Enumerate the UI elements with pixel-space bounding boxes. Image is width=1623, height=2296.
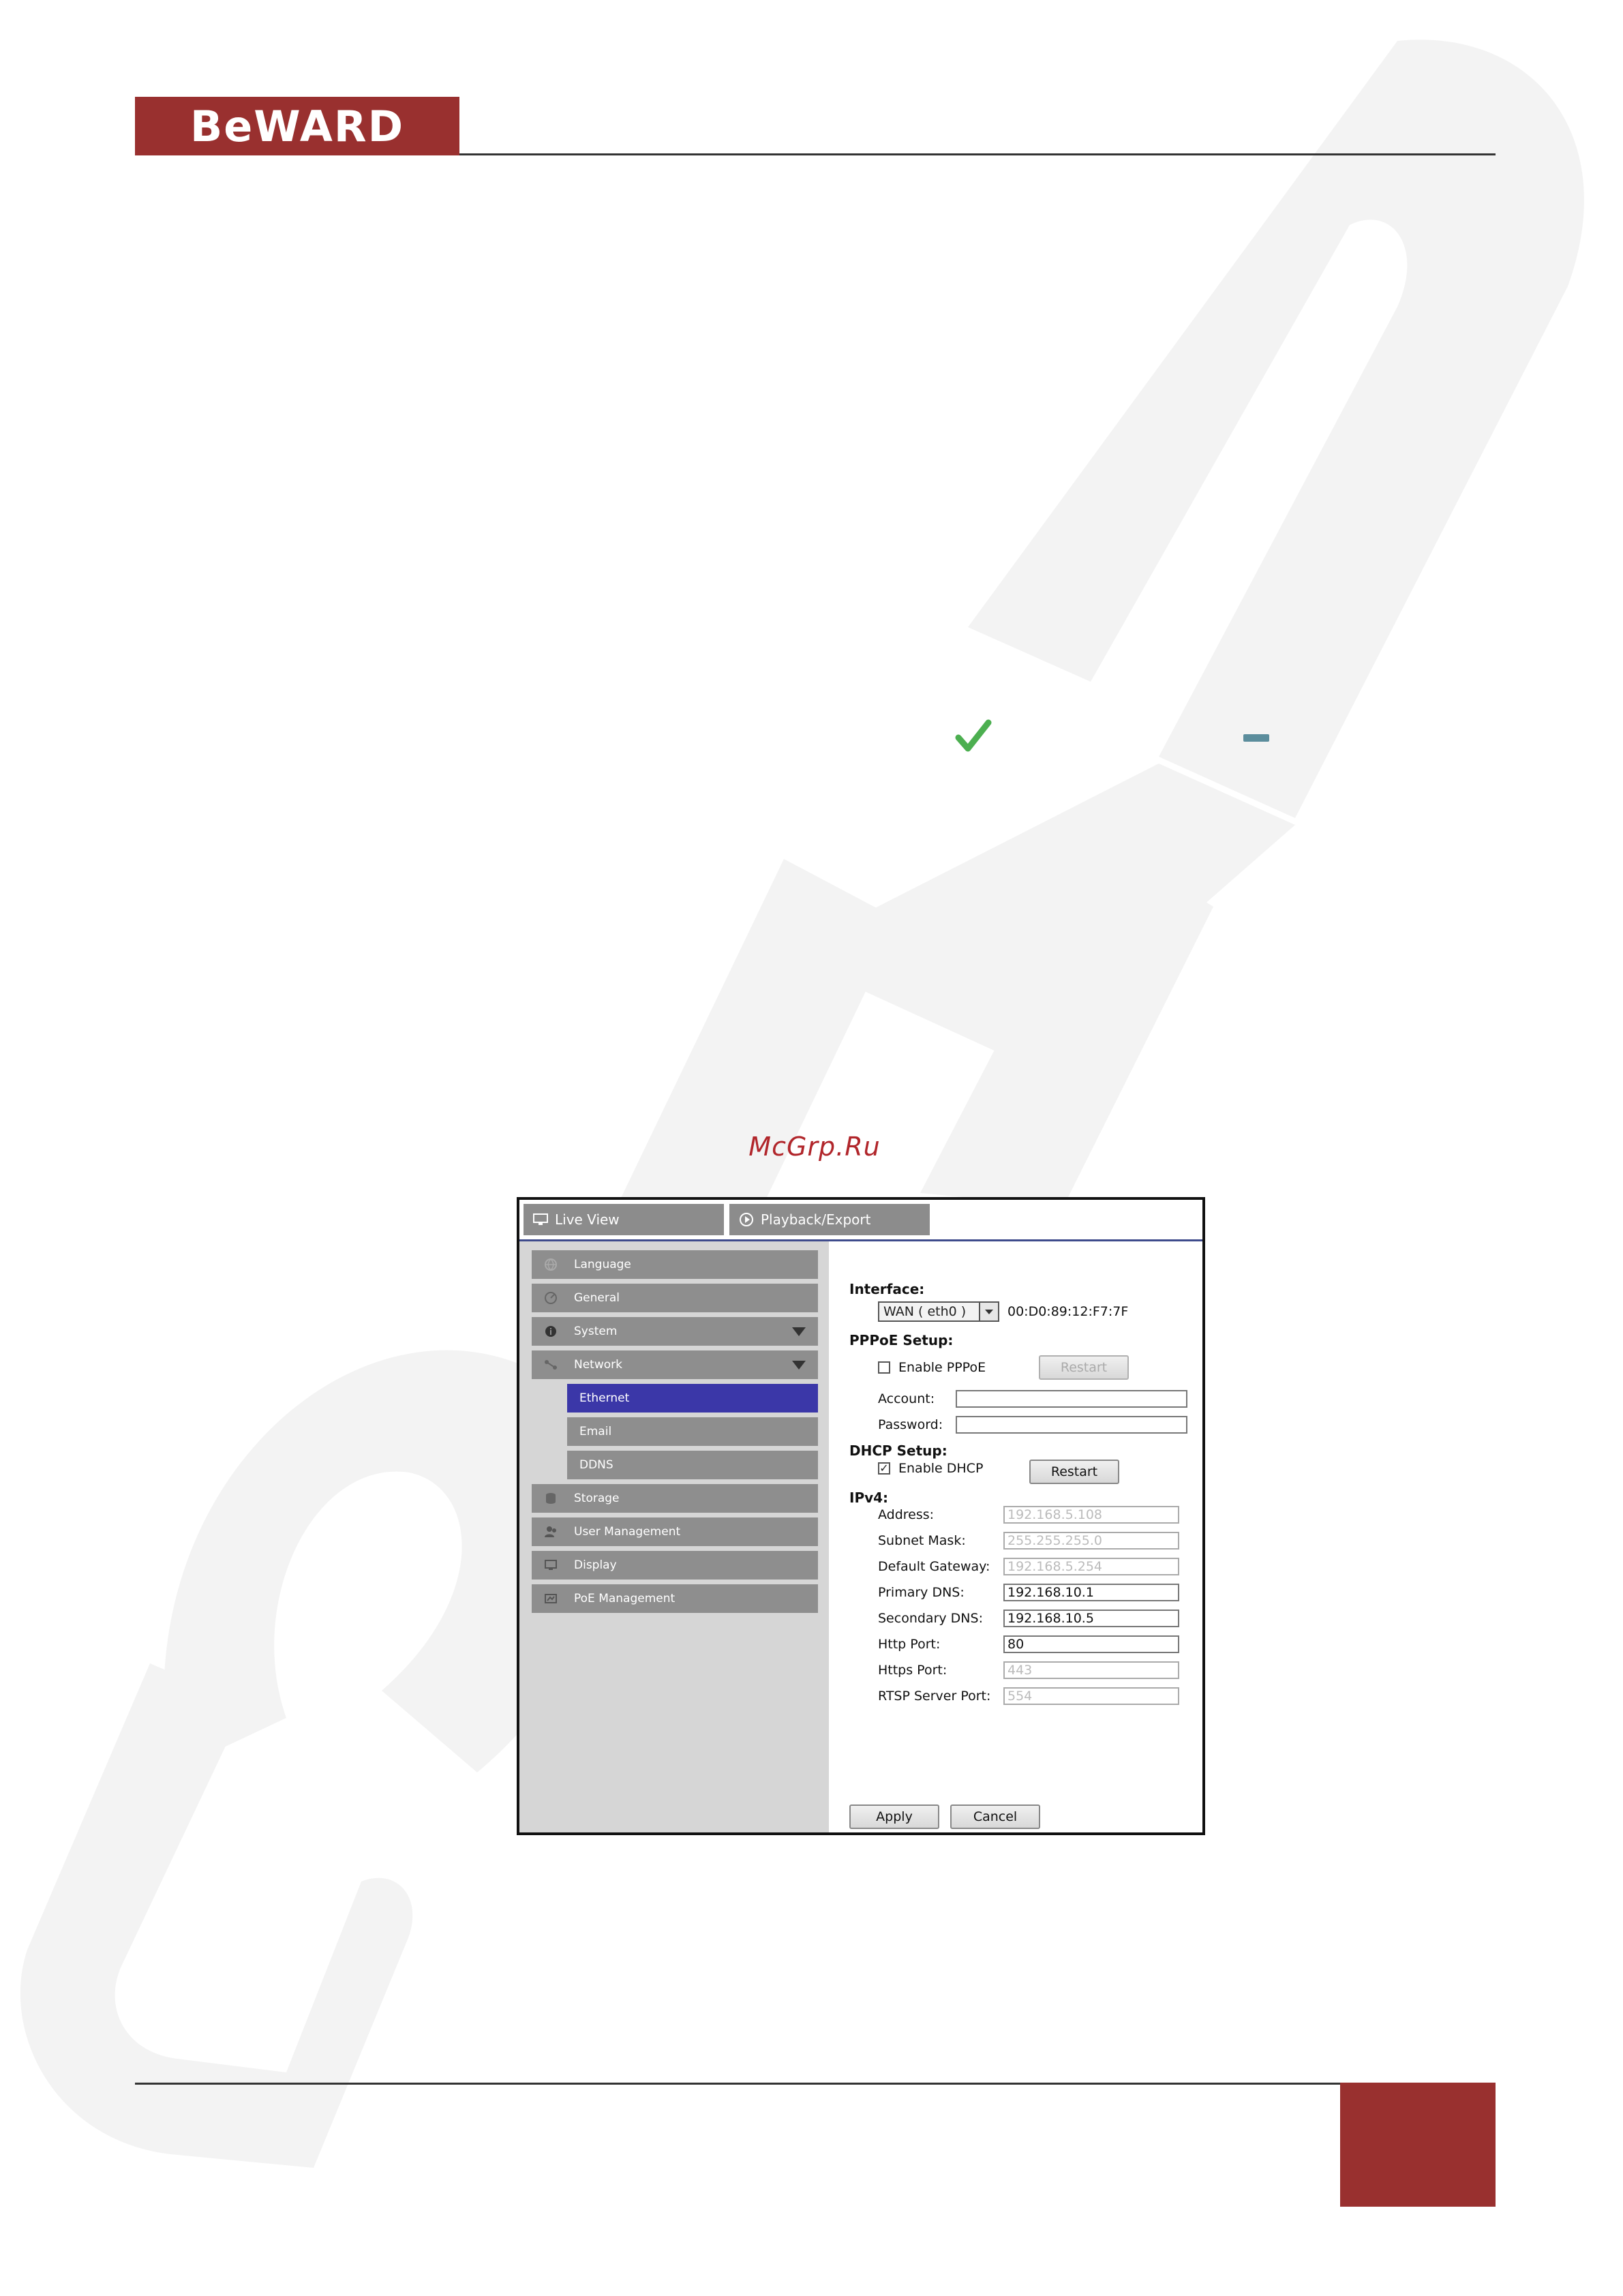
tab-playback-export[interactable]: Playback/Export <box>729 1204 930 1235</box>
sidebar-item-ethernet[interactable]: Ethernet <box>567 1384 818 1413</box>
brand-logo: BeWARD <box>135 97 459 155</box>
sidebar-item-system[interactable]: System <box>532 1317 818 1346</box>
sidebar-item-user-management[interactable]: User Management <box>532 1517 818 1546</box>
enable-pppoe-label: Enable PPPoE <box>898 1360 986 1375</box>
subnet-mask-field[interactable]: 255.255.255.0 <box>1003 1532 1179 1550</box>
dash-icon <box>1243 734 1269 742</box>
chevron-down-icon[interactable] <box>792 1327 806 1336</box>
restart-pppoe-button[interactable]: Restart <box>1039 1355 1129 1380</box>
info-icon <box>545 1326 556 1337</box>
subnet-mask-label: Subnet Mask: <box>878 1533 966 1548</box>
settings-sidebar: Language General System Network Ethernet… <box>519 1241 829 1832</box>
sidebar-item-language[interactable]: Language <box>532 1250 818 1279</box>
apply-button[interactable]: Apply <box>849 1804 939 1829</box>
tab-live-view[interactable]: Live View <box>524 1204 724 1235</box>
mac-address: 00:D0:89:12:F7:7F <box>1007 1304 1129 1319</box>
page-number-box <box>1340 2083 1496 2207</box>
default-gateway-label: Default Gateway: <box>878 1559 990 1574</box>
restart-dhcp-button[interactable]: Restart <box>1029 1460 1119 1484</box>
play-icon <box>740 1213 753 1226</box>
sidebar-item-label: Network <box>574 1358 622 1372</box>
monitor-icon <box>545 1560 557 1570</box>
sidebar-item-label: PoE Management <box>574 1592 676 1605</box>
https-port-label: Https Port: <box>878 1663 947 1678</box>
chevron-down-icon[interactable] <box>792 1361 806 1370</box>
poe-icon <box>545 1594 557 1603</box>
database-icon <box>546 1493 556 1504</box>
enable-dhcp-checkbox[interactable]: ✓ <box>878 1462 890 1475</box>
sidebar-item-label: User Management <box>574 1525 681 1539</box>
rtsp-port-label: RTSP Server Port: <box>878 1689 991 1704</box>
account-field[interactable] <box>956 1390 1187 1408</box>
sidebar-item-poe-management[interactable]: PoE Management <box>532 1584 818 1613</box>
sidebar-item-ddns[interactable]: DDNS <box>567 1451 818 1479</box>
footer-rule <box>135 2083 1340 2085</box>
sidebar-item-network[interactable]: Network <box>532 1350 818 1379</box>
tab-label: Playback/Export <box>761 1211 871 1228</box>
sidebar-item-email[interactable]: Email <box>567 1417 818 1446</box>
interface-select[interactable]: WAN ( eth0 ) <box>878 1301 999 1322</box>
secondary-dns-label: Secondary DNS: <box>878 1611 983 1626</box>
password-label: Password: <box>878 1417 943 1432</box>
enable-dhcp-label: Enable DHCP <box>898 1461 984 1476</box>
dhcp-heading: DHCP Setup: <box>849 1442 947 1459</box>
sidebar-item-label: Storage <box>574 1492 620 1505</box>
address-label: Address: <box>878 1507 935 1522</box>
sidebar-item-label: Ethernet <box>579 1391 630 1405</box>
ipv4-heading: IPv4: <box>849 1490 889 1506</box>
enable-pppoe-checkbox[interactable] <box>878 1361 890 1374</box>
interface-value: WAN ( eth0 ) <box>883 1304 967 1319</box>
chevron-down-icon <box>979 1303 998 1320</box>
check-icon <box>955 719 992 752</box>
sidebar-item-display[interactable]: Display <box>532 1551 818 1580</box>
http-port-label: Http Port: <box>878 1637 941 1652</box>
https-port-field[interactable]: 443 <box>1003 1661 1179 1679</box>
tab-label: Live View <box>555 1211 620 1228</box>
sidebar-item-storage[interactable]: Storage <box>532 1484 818 1513</box>
sidebar-item-label: System <box>574 1325 618 1338</box>
watermark-text: McGrp.Ru <box>748 1132 881 1162</box>
network-icon <box>545 1360 557 1370</box>
logo-text: BeWARD <box>189 101 405 151</box>
network-settings-screenshot: Live View Playback/Export Language Gener… <box>517 1197 1205 1835</box>
primary-dns-field[interactable]: 192.168.10.1 <box>1003 1584 1179 1601</box>
users-icon <box>545 1526 556 1537</box>
monitor-icon <box>533 1213 548 1225</box>
globe-icon <box>545 1258 557 1271</box>
password-field[interactable] <box>956 1416 1187 1434</box>
sidebar-item-label: General <box>574 1291 620 1305</box>
sidebar-item-label: Email <box>579 1425 612 1438</box>
http-port-field[interactable]: 80 <box>1003 1635 1179 1653</box>
secondary-dns-field[interactable]: 192.168.10.5 <box>1003 1610 1179 1627</box>
sidebar-item-label: Display <box>574 1558 617 1572</box>
top-tab-bar: Live View Playback/Export <box>519 1200 1202 1241</box>
sidebar-item-general[interactable]: General <box>532 1284 818 1312</box>
address-field[interactable]: 192.168.5.108 <box>1003 1506 1179 1524</box>
primary-dns-label: Primary DNS: <box>878 1585 965 1600</box>
sidebar-item-label: Language <box>574 1258 631 1271</box>
default-gateway-field[interactable]: 192.168.5.254 <box>1003 1558 1179 1575</box>
pppoe-heading: PPPoE Setup: <box>849 1332 954 1348</box>
rtsp-port-field[interactable]: 554 <box>1003 1687 1179 1705</box>
ethernet-settings-panel: Interface: WAN ( eth0 ) 00:D0:89:12:F7:7… <box>829 1241 1202 1832</box>
interface-heading: Interface: <box>849 1281 925 1297</box>
gauge-icon <box>545 1292 557 1304</box>
header-rule <box>459 153 1496 155</box>
sidebar-item-label: DDNS <box>579 1458 613 1472</box>
cancel-button[interactable]: Cancel <box>950 1804 1040 1829</box>
account-label: Account: <box>878 1391 935 1406</box>
